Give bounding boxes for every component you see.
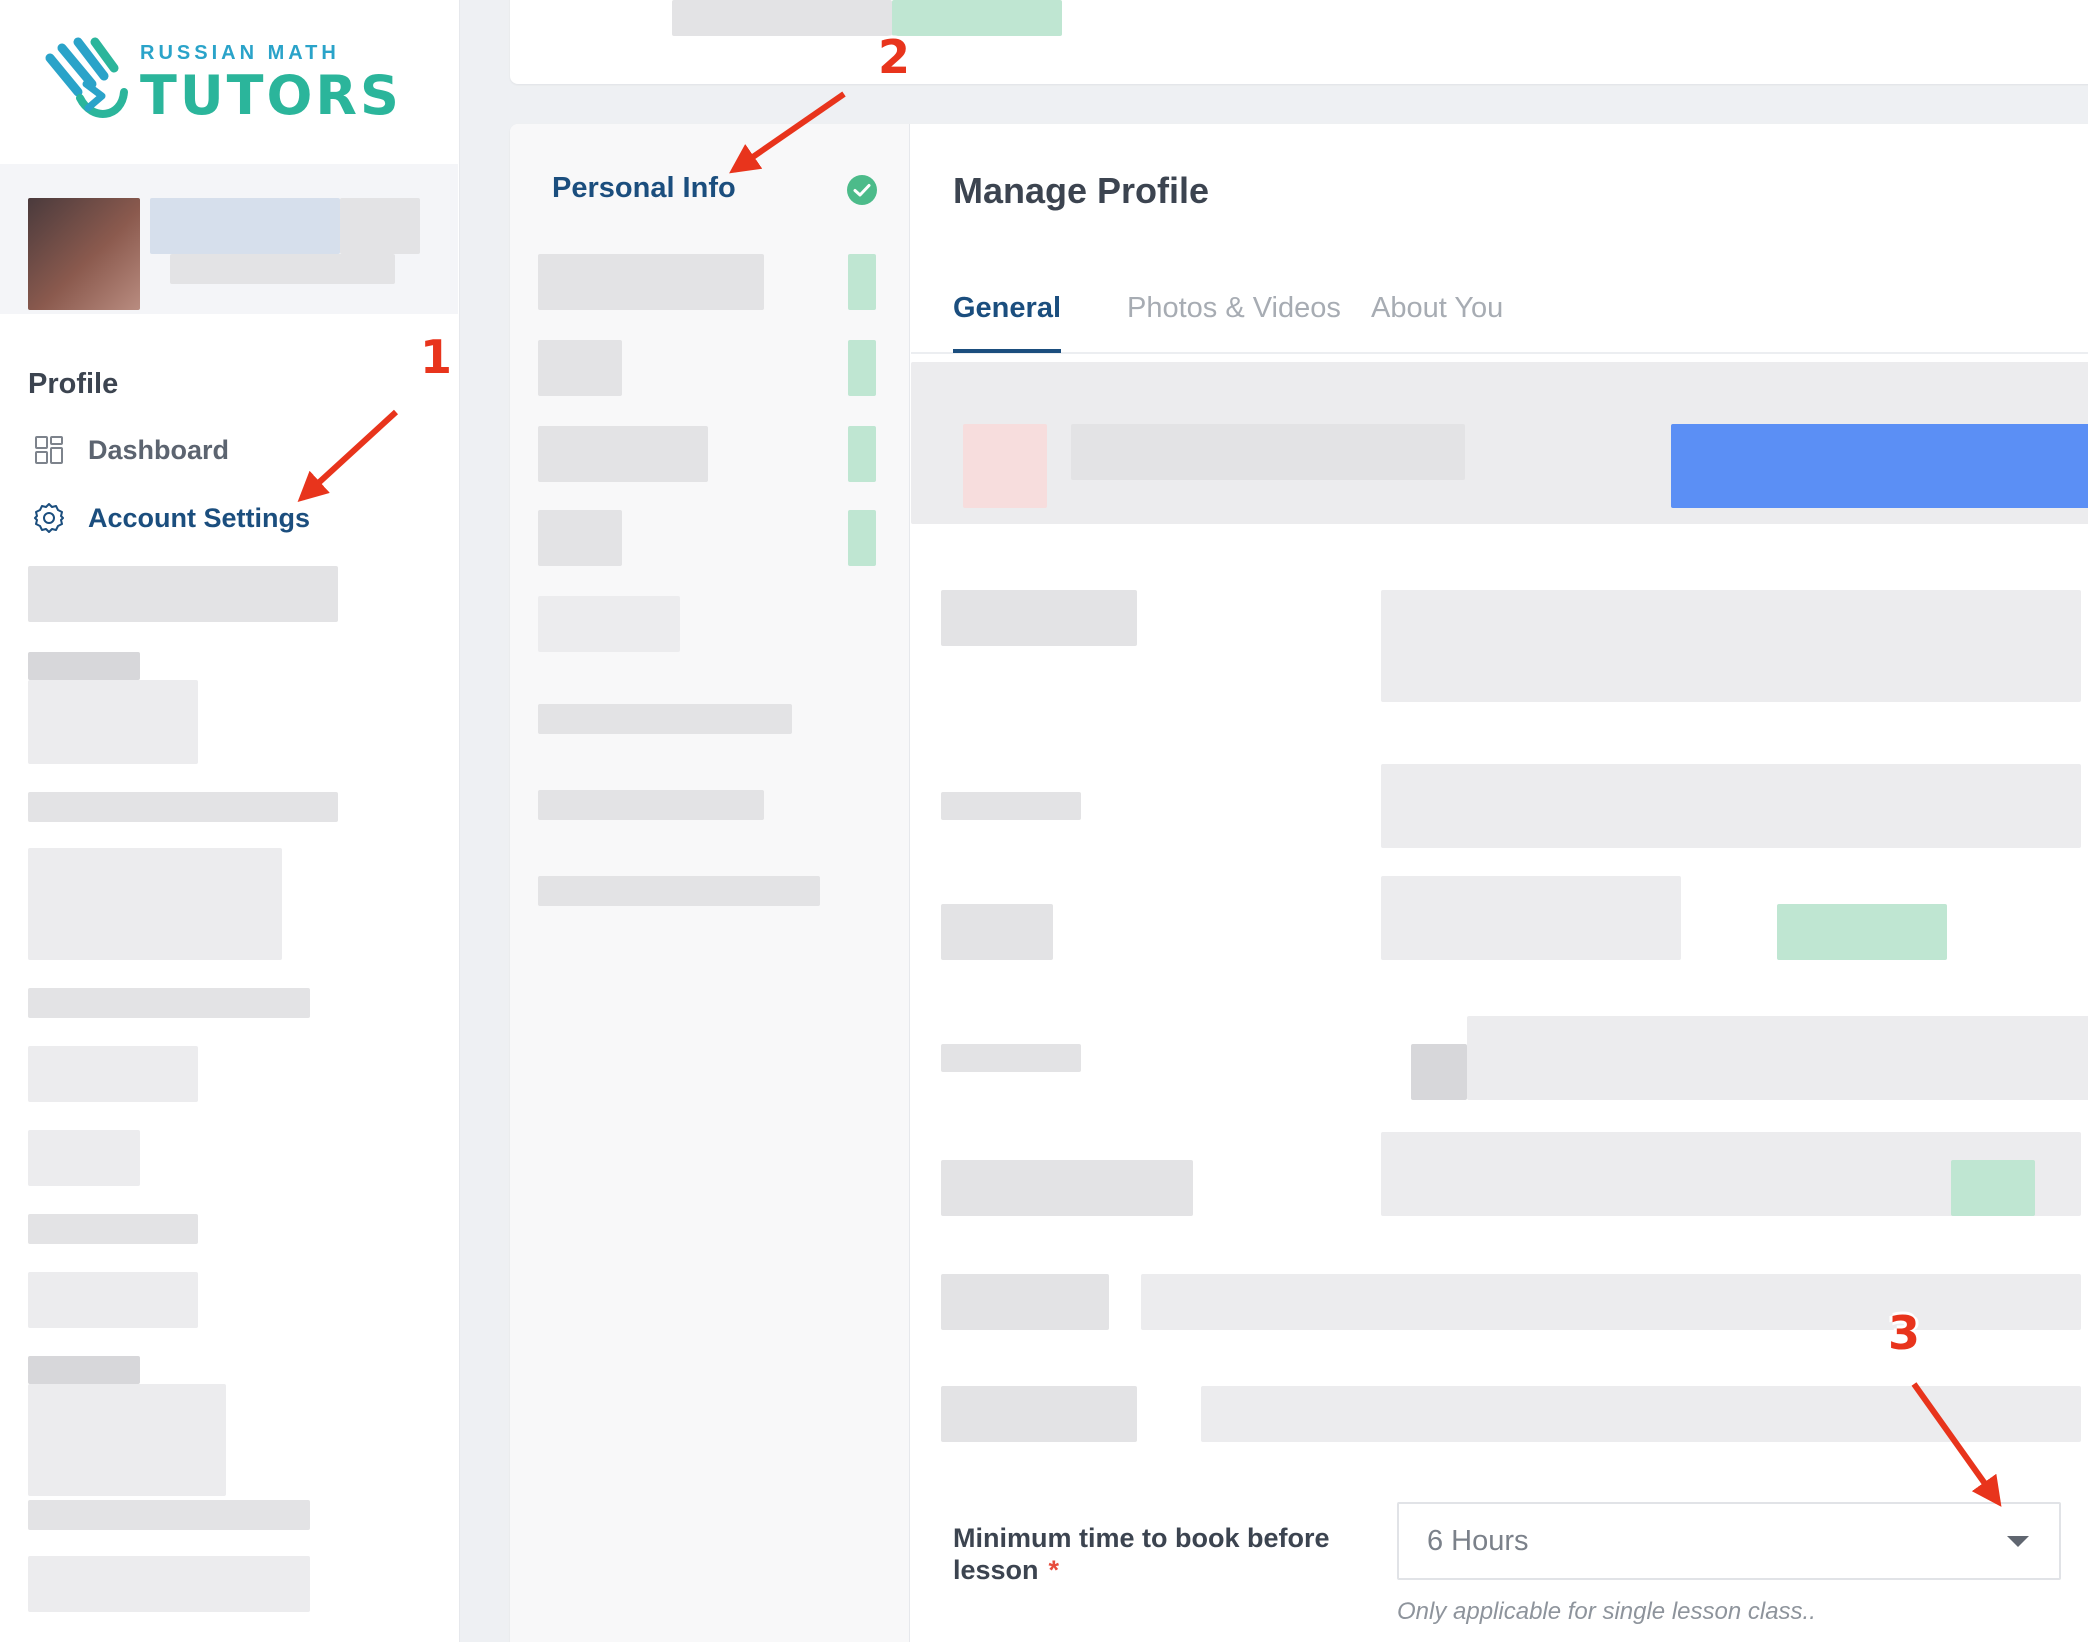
annotation-step-2: 2 [878, 30, 911, 84]
annotation-step-1: 1 [420, 330, 453, 384]
field-input-redacted[interactable] [1381, 590, 2081, 702]
sidebar-redacted-item[interactable] [28, 680, 198, 764]
tab-about-you[interactable]: About You [1371, 292, 1503, 349]
step-status-redacted [848, 426, 876, 482]
grid-icon [32, 433, 66, 467]
manage-profile-panel: Manage Profile General Photos & Videos A… [911, 124, 2088, 1642]
avatar [28, 198, 140, 310]
field-input-redacted[interactable] [1201, 1386, 2081, 1442]
step-redacted[interactable] [538, 704, 792, 734]
user-email-redacted [170, 254, 395, 284]
booking-time-help: Only applicable for single lesson class.… [1397, 1598, 1816, 1625]
sidebar-item-label: Dashboard [88, 434, 230, 465]
field-flag-redacted [1411, 1044, 1467, 1100]
top-redacted-text [672, 0, 892, 36]
brand-logo[interactable]: RUSSIAN MATH TUTORS [40, 36, 399, 136]
field-label-redacted [941, 1274, 1109, 1330]
field-label-redacted [941, 792, 1081, 820]
field-input-redacted[interactable] [1381, 876, 1681, 960]
step-status-redacted [848, 254, 876, 310]
booking-time-label: Minimum time to book before lesson * [953, 1522, 1373, 1586]
step-redacted[interactable] [538, 790, 764, 820]
step-redacted[interactable] [538, 426, 708, 482]
booking-time-label-text: Minimum time to book before lesson [953, 1523, 1330, 1585]
profile-steps-nav: Personal Info [510, 124, 910, 1642]
tab-photos-videos[interactable]: Photos & Videos [1127, 292, 1341, 349]
booking-time-value: 6 Hours [1427, 1524, 1529, 1557]
sidebar-redacted-item[interactable] [28, 1272, 198, 1328]
user-name-redacted [150, 198, 340, 254]
top-progress-card [510, 0, 2088, 84]
annotation-step-3: 3 [1888, 1306, 1921, 1360]
upload-button-redacted[interactable] [1671, 424, 2088, 508]
check-circle-icon [847, 175, 877, 205]
sidebar-item-dashboard[interactable]: Dashboard [32, 428, 229, 472]
sidebar-redacted-item[interactable] [28, 848, 282, 960]
step-personal-info[interactable]: Personal Info [552, 172, 736, 205]
field-toggle-redacted[interactable] [1951, 1160, 2035, 1216]
sidebar-redacted-heading [28, 1130, 140, 1186]
sidebar-item-account-settings[interactable]: Account Settings [32, 496, 310, 540]
field-label-redacted [941, 1386, 1137, 1442]
field-label-redacted [941, 1160, 1193, 1216]
field-label-redacted [941, 904, 1053, 960]
sidebar-redacted-item[interactable] [28, 1046, 198, 1102]
sidebar-redacted-item[interactable] [28, 988, 310, 1018]
profile-card: Personal Info Manage Profile General Pho… [510, 124, 2088, 1642]
sidebar-redacted-item[interactable] [28, 1556, 310, 1612]
sidebar-redacted-item[interactable] [28, 1384, 226, 1496]
sidebar-redacted-heading [28, 1356, 140, 1384]
page-title: Manage Profile [953, 170, 1210, 211]
step-status-redacted [848, 340, 876, 396]
sidebar-redacted-item[interactable] [28, 1500, 310, 1530]
field-label-redacted [941, 1044, 1081, 1072]
step-redacted[interactable] [538, 254, 764, 310]
photo-caption-redacted [1071, 424, 1465, 480]
field-label-redacted [941, 590, 1137, 646]
step-redacted[interactable] [538, 876, 820, 906]
field-input-redacted[interactable] [1381, 764, 2081, 848]
step-redacted[interactable] [538, 510, 622, 566]
profile-tabs: General Photos & Videos About You [911, 274, 2088, 354]
logo-hand-mark-icon [45, 37, 128, 118]
user-card[interactable] [0, 164, 458, 314]
gear-icon [32, 501, 66, 535]
tab-general[interactable]: General [953, 292, 1061, 353]
field-badge-redacted [1777, 904, 1947, 960]
user-name-redacted-2 [340, 198, 420, 254]
step-redacted[interactable] [538, 596, 680, 652]
sidebar-redacted-item[interactable] [28, 1214, 198, 1244]
caret-down-icon [2007, 1536, 2029, 1547]
sidebar: RUSSIAN MATH TUTORS Profile Dashboard Ac… [0, 0, 460, 1642]
sidebar-redacted-item[interactable] [28, 566, 338, 622]
field-input-redacted[interactable] [1467, 1016, 2088, 1100]
brand-top-text: RUSSIAN MATH [140, 42, 340, 64]
sidebar-item-label: Account Settings [88, 502, 311, 533]
sidebar-redacted-item[interactable] [28, 792, 338, 822]
top-redacted-badge [892, 0, 1062, 36]
sidebar-redacted-heading [28, 652, 140, 680]
booking-time-select[interactable]: 6 Hours [1397, 1502, 2061, 1580]
step-status-redacted [848, 510, 876, 566]
profile-photo-redacted [963, 424, 1047, 508]
required-mark: * [1048, 1555, 1060, 1585]
step-redacted[interactable] [538, 340, 622, 396]
brand-main-text: TUTORS [140, 64, 402, 127]
sidebar-section-title: Profile [28, 368, 119, 400]
field-input-redacted[interactable] [1141, 1274, 2081, 1330]
